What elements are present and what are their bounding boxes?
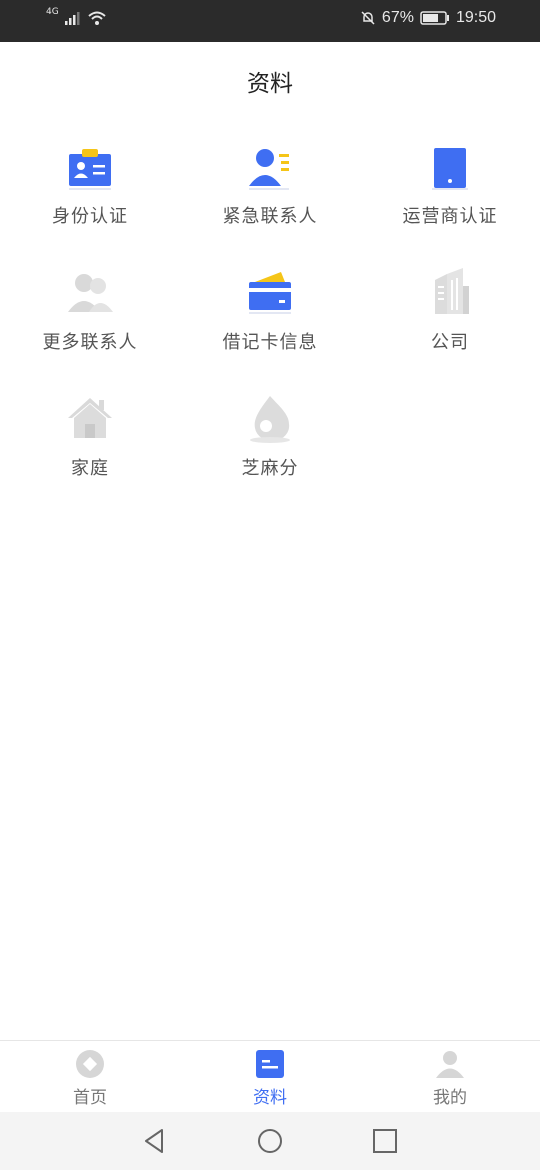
grid-item-label: 身份认证 — [52, 206, 128, 227]
bottom-tabbar: 首页 资料 我的 — [0, 1040, 540, 1112]
back-icon[interactable] — [140, 1126, 170, 1156]
grid-item-label: 借记卡信息 — [222, 332, 318, 353]
status-left: 4G — [46, 7, 107, 26]
clock: 19:50 — [455, 9, 496, 26]
sesame-score-icon — [250, 396, 290, 443]
network-type: 4G — [46, 7, 59, 17]
mute-bell-icon — [361, 11, 375, 25]
tab-mine[interactable]: 我的 — [360, 1041, 540, 1113]
grid-item-debit-card[interactable]: 借记卡信息 — [180, 266, 360, 376]
home-icon — [68, 398, 112, 438]
status-right: 67% 19:50 — [360, 9, 496, 27]
system-navbar — [0, 1112, 540, 1170]
page-header: 资料 — [0, 42, 540, 118]
user-tab-icon — [436, 1051, 464, 1078]
battery-percent: 67% — [381, 9, 414, 26]
battery-icon — [420, 11, 449, 25]
tab-label: 资料 — [253, 1088, 287, 1108]
grid-item-label: 紧急联系人 — [222, 206, 318, 227]
tab-label: 我的 — [433, 1088, 467, 1108]
tab-label: 首页 — [73, 1088, 107, 1108]
tab-profile-data[interactable]: 资料 — [180, 1041, 360, 1113]
emergency-contact-icon — [249, 149, 289, 190]
grid-item-label: 家庭 — [71, 458, 109, 479]
wifi-icon — [88, 11, 106, 25]
page-title: 资料 — [247, 71, 293, 97]
grid-item-family[interactable]: 家庭 — [0, 392, 180, 502]
company-building-icon — [435, 268, 469, 314]
grid-item-label: 芝麻分 — [241, 458, 299, 479]
grid-item-label: 运营商认证 — [402, 206, 498, 227]
status-bar: 4G 67% 19:50 — [0, 0, 540, 42]
grid-item-identity[interactable]: 身份认证 — [0, 140, 180, 250]
home-tab-icon — [76, 1050, 104, 1078]
grid-item-more-contacts[interactable]: 更多联系人 — [0, 266, 180, 376]
grid-item-carrier[interactable]: 运营商认证 — [360, 140, 540, 250]
home-circle-icon[interactable] — [255, 1126, 285, 1156]
more-contacts-icon — [68, 274, 113, 312]
debit-card-icon — [249, 272, 291, 314]
recents-square-icon[interactable] — [370, 1126, 400, 1156]
signal-icon — [64, 12, 80, 25]
id-card-icon — [69, 149, 111, 190]
grid-item-label: 更多联系人 — [42, 332, 138, 353]
phone-carrier-icon — [432, 148, 468, 190]
grid-item-company[interactable]: 公司 — [360, 266, 540, 376]
tab-home[interactable]: 首页 — [0, 1041, 180, 1113]
grid-item-emergency-contact[interactable]: 紧急联系人 — [180, 140, 360, 250]
grid-item-sesame[interactable]: 芝麻分 — [180, 392, 360, 502]
grid-item-label: 公司 — [431, 332, 469, 353]
profile-data-tab-icon — [256, 1050, 284, 1078]
